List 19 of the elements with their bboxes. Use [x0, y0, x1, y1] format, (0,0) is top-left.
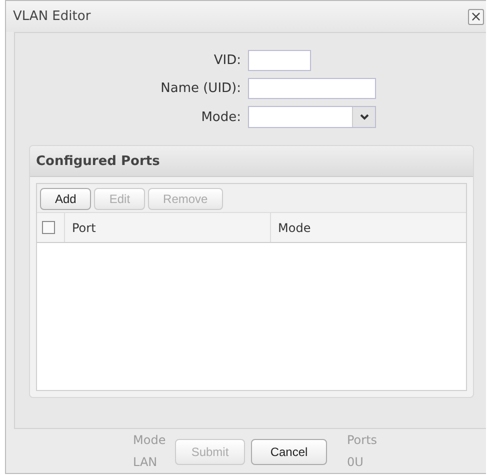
mode-dropdown[interactable]: [248, 106, 376, 128]
field-label: Mode:: [200, 110, 241, 124]
select-all-checkbox[interactable]: [42, 221, 55, 234]
text-field[interactable]: [248, 78, 376, 99]
chevron-down-icon: [360, 114, 368, 120]
background-column-header: Mode: [133, 433, 167, 447]
background-cell-text: LAN: [133, 455, 158, 469]
window-title: VLAN Editor: [13, 9, 91, 24]
toolbar-button[interactable]: Add: [40, 188, 92, 210]
close-button[interactable]: ×: [468, 8, 484, 24]
column-header[interactable]: Port: [72, 220, 96, 234]
column-header[interactable]: Mode: [278, 220, 311, 234]
panel-title: Configured Ports: [36, 154, 160, 168]
dialog-button[interactable]: Cancel: [251, 439, 327, 465]
field-label: VID:: [212, 53, 241, 68]
text-field[interactable]: [248, 50, 311, 71]
background-column-header: Ports: [347, 433, 378, 447]
field-label: Name (UID):: [160, 81, 241, 96]
background-cell-text: 0U: [347, 455, 364, 469]
